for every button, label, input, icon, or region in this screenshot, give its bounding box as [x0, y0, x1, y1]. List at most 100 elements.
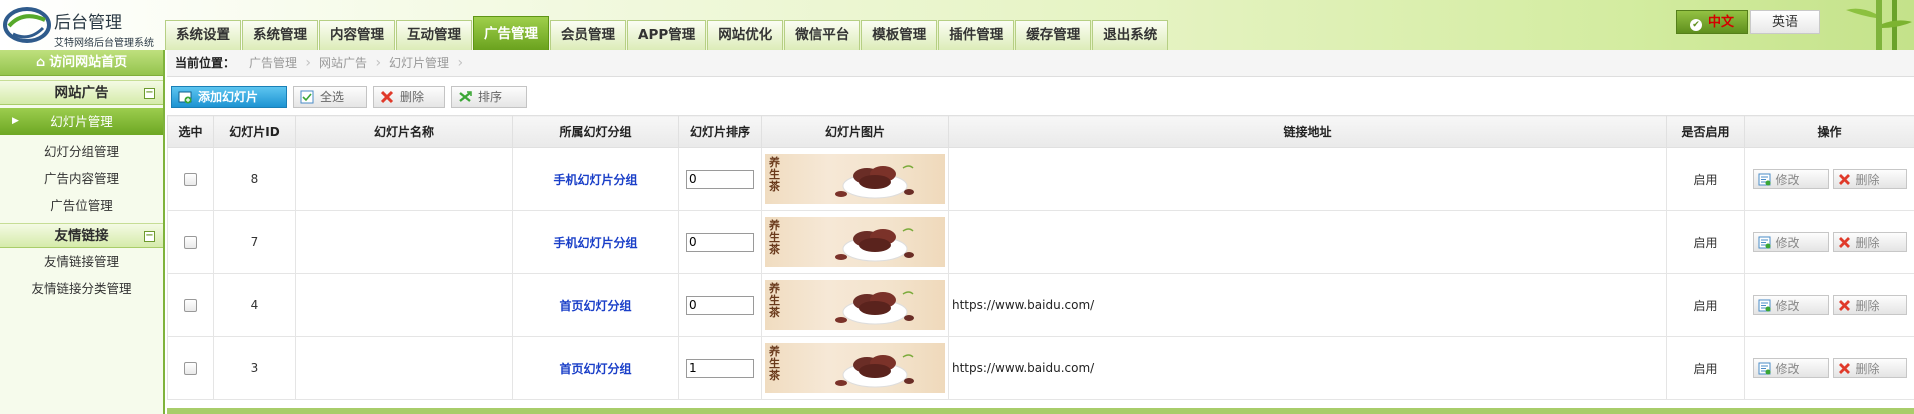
sidebar-item-slides[interactable]: ▶ 幻灯片管理	[0, 108, 163, 135]
select-all-label: 全选	[320, 90, 345, 104]
lang-english-button[interactable]: 英语	[1750, 10, 1820, 34]
thumbnail-text: 养 生 茶	[769, 345, 780, 382]
slide-thumbnail[interactable]: 养 生 茶	[765, 217, 945, 267]
nav-app-manage[interactable]: APP管理	[627, 20, 707, 50]
sidebar-item-ad-positions[interactable]: 广告位管理	[0, 192, 163, 219]
slide-name	[295, 273, 513, 337]
nav-content-manage[interactable]: 内容管理	[319, 20, 395, 50]
nav-ad-manage[interactable]: 广告管理	[473, 16, 549, 50]
thumbnail-text: 养 生 茶	[769, 282, 780, 319]
breadcrumb-item[interactable]: 幻灯片管理	[381, 50, 463, 77]
nav-cache-manage[interactable]: 缓存管理	[1015, 20, 1092, 50]
sidebar-item-slide-groups[interactable]: 幻灯分组管理	[0, 138, 163, 165]
sort-order-input[interactable]	[686, 295, 754, 315]
delete-button[interactable]: 删除	[1832, 358, 1907, 378]
slide-enabled-status: 启用	[1666, 210, 1745, 274]
row-checkbox[interactable]	[184, 362, 197, 375]
slide-thumbnail[interactable]: 养 生 茶	[765, 280, 945, 330]
edit-label: 修改	[1775, 235, 1800, 250]
breadcrumb-item[interactable]: 网站广告	[311, 50, 381, 77]
slide-image-cell: 养 生 茶	[761, 273, 949, 337]
table-row: 8 手机幻灯片分组 养 生 茶 启用 修改	[167, 147, 1914, 211]
sidebar-item-friend-links[interactable]: 友情链接管理	[0, 248, 163, 275]
nav-member-manage[interactable]: 会员管理	[550, 20, 626, 50]
sidebar-group-website-ads[interactable]: 网站广告 −	[0, 80, 163, 105]
select-all-button[interactable]: 全选	[293, 86, 367, 108]
sort-order-input[interactable]	[686, 169, 754, 189]
slides-table: 选中 幻灯片ID 幻灯片名称 所属幻灯分组 幻灯片排序 幻灯片图片 链接地址 是…	[167, 115, 1914, 400]
sidebar-group-friend-links[interactable]: 友情链接 −	[0, 223, 163, 248]
slide-group-link[interactable]: 首页幻灯分组	[512, 273, 679, 337]
delete-selected-button[interactable]: 删除	[373, 86, 445, 108]
col-header-url: 链接地址	[948, 115, 1667, 148]
app-title: 后台管理	[54, 13, 122, 33]
app-subtitle: 艾特网络后台管理系统	[54, 38, 154, 49]
delete-button[interactable]: 删除	[1832, 169, 1907, 189]
nav-logout[interactable]: 退出系统	[1092, 20, 1169, 50]
sidebar: ⌂ 访问网站首页 网站广告 − ▶ 幻灯片管理 幻灯分组管理 广告内容管理 广告位管…	[0, 50, 165, 414]
sidebar-item-friend-link-categories[interactable]: 友情链接分类管理	[0, 275, 163, 302]
add-slide-button[interactable]: 添加幻灯片	[171, 86, 287, 108]
nav-system-settings[interactable]: 系统设置	[165, 20, 241, 50]
visit-homepage-link[interactable]: ⌂ 访问网站首页	[0, 50, 163, 76]
row-select-cell	[167, 210, 214, 274]
sidebar-item-label: 幻灯片管理	[50, 114, 113, 129]
slide-enabled-status: 启用	[1666, 147, 1745, 211]
slide-enabled-status: 启用	[1666, 273, 1745, 337]
row-checkbox[interactable]	[184, 173, 197, 186]
slide-thumbnail[interactable]: 养 生 茶	[765, 343, 945, 393]
collapse-icon[interactable]: −	[144, 88, 155, 99]
dessert-bowl-image	[835, 291, 914, 325]
nav-system-manage[interactable]: 系统管理	[242, 20, 318, 50]
lang-chinese-button[interactable]: ✔ 中文	[1676, 10, 1748, 34]
table-row: 3 首页幻灯分组 养 生 茶 https://www.baidu.com/ 启用…	[167, 336, 1914, 400]
edit-button[interactable]: 修改	[1752, 358, 1829, 378]
collapse-icon[interactable]: −	[144, 231, 155, 242]
delete-x-icon	[380, 90, 394, 104]
table-header-row: 选中 幻灯片ID 幻灯片名称 所属幻灯分组 幻灯片排序 幻灯片图片 链接地址 是…	[167, 115, 1914, 148]
sidebar-item-ad-content[interactable]: 广告内容管理	[0, 165, 163, 192]
sort-order-input[interactable]	[686, 358, 754, 378]
row-select-cell	[167, 147, 214, 211]
edit-icon	[1758, 236, 1770, 248]
delete-label: 删除	[1855, 298, 1880, 313]
delete-label: 删除	[1855, 235, 1880, 250]
dessert-bowl-image	[835, 228, 914, 262]
breadcrumb: 当前位置： 广告管理 网站广告 幻灯片管理	[167, 50, 1914, 77]
sort-order-input[interactable]	[686, 232, 754, 252]
top-header: 后台管理 艾特网络后台管理系统 系统设置 系统管理 内容管理 互动管理 广告管理…	[0, 0, 1914, 50]
sidebar-group-label: 网站广告	[54, 85, 109, 101]
breadcrumb-item[interactable]: 广告管理	[241, 50, 311, 77]
nav-seo[interactable]: 网站优化	[707, 20, 784, 50]
nav-wechat[interactable]: 微信平台	[784, 20, 861, 50]
delete-button[interactable]: 删除	[1832, 232, 1907, 252]
edit-button[interactable]: 修改	[1752, 295, 1829, 315]
row-checkbox[interactable]	[184, 236, 197, 249]
col-header-actions: 操作	[1744, 115, 1914, 148]
slide-group-link[interactable]: 首页幻灯分组	[512, 336, 679, 400]
slide-enabled-status: 启用	[1666, 336, 1745, 400]
slide-url: https://www.baidu.com/	[948, 336, 1667, 400]
slide-group-link[interactable]: 手机幻灯片分组	[512, 210, 679, 274]
edit-icon	[1758, 173, 1770, 185]
actions-cell: 修改 删除	[1744, 210, 1914, 274]
edit-button[interactable]: 修改	[1752, 232, 1829, 252]
slide-group-link[interactable]: 手机幻灯片分组	[512, 147, 679, 211]
delete-x-icon	[1838, 173, 1850, 185]
edit-button[interactable]: 修改	[1752, 169, 1829, 189]
edit-icon	[1758, 362, 1770, 374]
slide-url: https://www.baidu.com/	[948, 273, 1667, 337]
slide-id: 3	[213, 336, 296, 400]
nav-interaction-manage[interactable]: 互动管理	[396, 20, 472, 50]
slide-sort-cell	[678, 336, 762, 400]
table-row: 7 手机幻灯片分组 养 生 茶 启用 修改	[167, 210, 1914, 274]
slide-id: 4	[213, 273, 296, 337]
delete-button[interactable]: 删除	[1832, 295, 1907, 315]
row-checkbox[interactable]	[184, 299, 197, 312]
lang-chinese-label: 中文	[1707, 15, 1734, 30]
sort-button[interactable]: 排序	[451, 86, 527, 108]
main-nav: 系统设置 系统管理 内容管理 互动管理 广告管理 会员管理 APP管理 网站优化…	[165, 16, 1169, 50]
slide-thumbnail[interactable]: 养 生 茶	[765, 154, 945, 204]
nav-plugin-manage[interactable]: 插件管理	[938, 20, 1015, 50]
nav-template-manage[interactable]: 模板管理	[861, 20, 938, 50]
